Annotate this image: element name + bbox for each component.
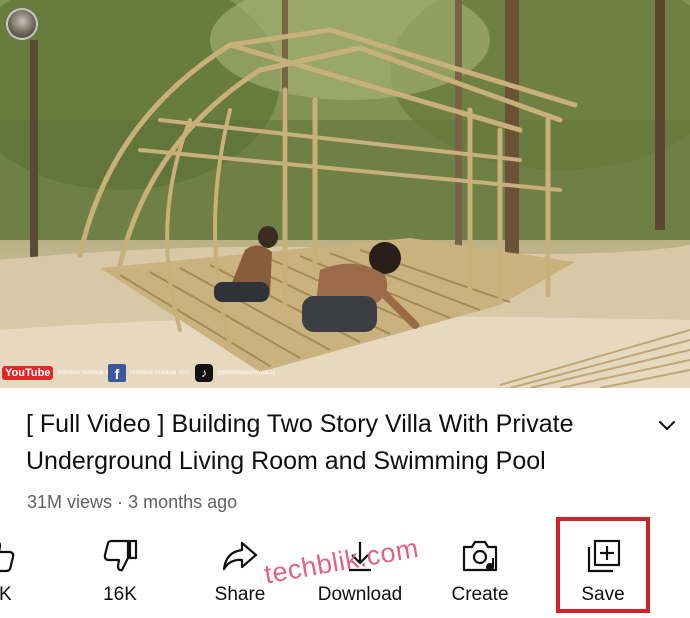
create-button[interactable]: Create <box>440 536 520 614</box>
youtube-watermark: YouTube Primitive Survival Tool <box>2 362 116 384</box>
youtube-logo-icon: YouTube <box>2 366 54 380</box>
tiktok-watermark-text: @primitivesurvivaltool <box>217 370 276 376</box>
facebook-logo-icon: f <box>108 364 126 382</box>
view-count: 31M views <box>27 492 113 512</box>
create-label: Create <box>451 584 509 605</box>
share-icon <box>222 541 258 571</box>
tiktok-logo-icon: ♪ <box>195 364 213 382</box>
video-meta[interactable]: 31M views · 3 months ago <box>27 492 237 513</box>
download-label: Download <box>317 584 403 605</box>
share-label: Share <box>214 584 266 605</box>
dislike-count: 16K <box>103 584 137 605</box>
like-count: 2K <box>0 584 12 605</box>
channel-avatar[interactable] <box>6 8 38 40</box>
video-title[interactable]: [ Full Video ] Building Two Story Villa … <box>26 406 626 480</box>
chevron-down-icon[interactable] <box>655 414 679 438</box>
video-frame <box>0 0 690 388</box>
like-button[interactable]: 2K <box>0 536 30 614</box>
meta-separator: · <box>117 492 124 512</box>
create-icon <box>462 540 498 572</box>
tiktok-watermark: ♪ @primitivesurvivaltool <box>195 362 275 384</box>
facebook-watermark: f Primitive Survival Tool <box>108 362 189 384</box>
thumbs-up-icon <box>0 542 15 573</box>
dislike-button[interactable]: 16K <box>90 536 150 614</box>
thumbs-down-icon <box>103 539 138 572</box>
upload-age: 3 months ago <box>128 492 238 512</box>
video-player[interactable]: YouTube Primitive Survival Tool f Primit… <box>0 0 690 388</box>
facebook-watermark-text: Primitive Survival Tool <box>130 370 189 376</box>
save-highlight-box <box>556 517 650 613</box>
